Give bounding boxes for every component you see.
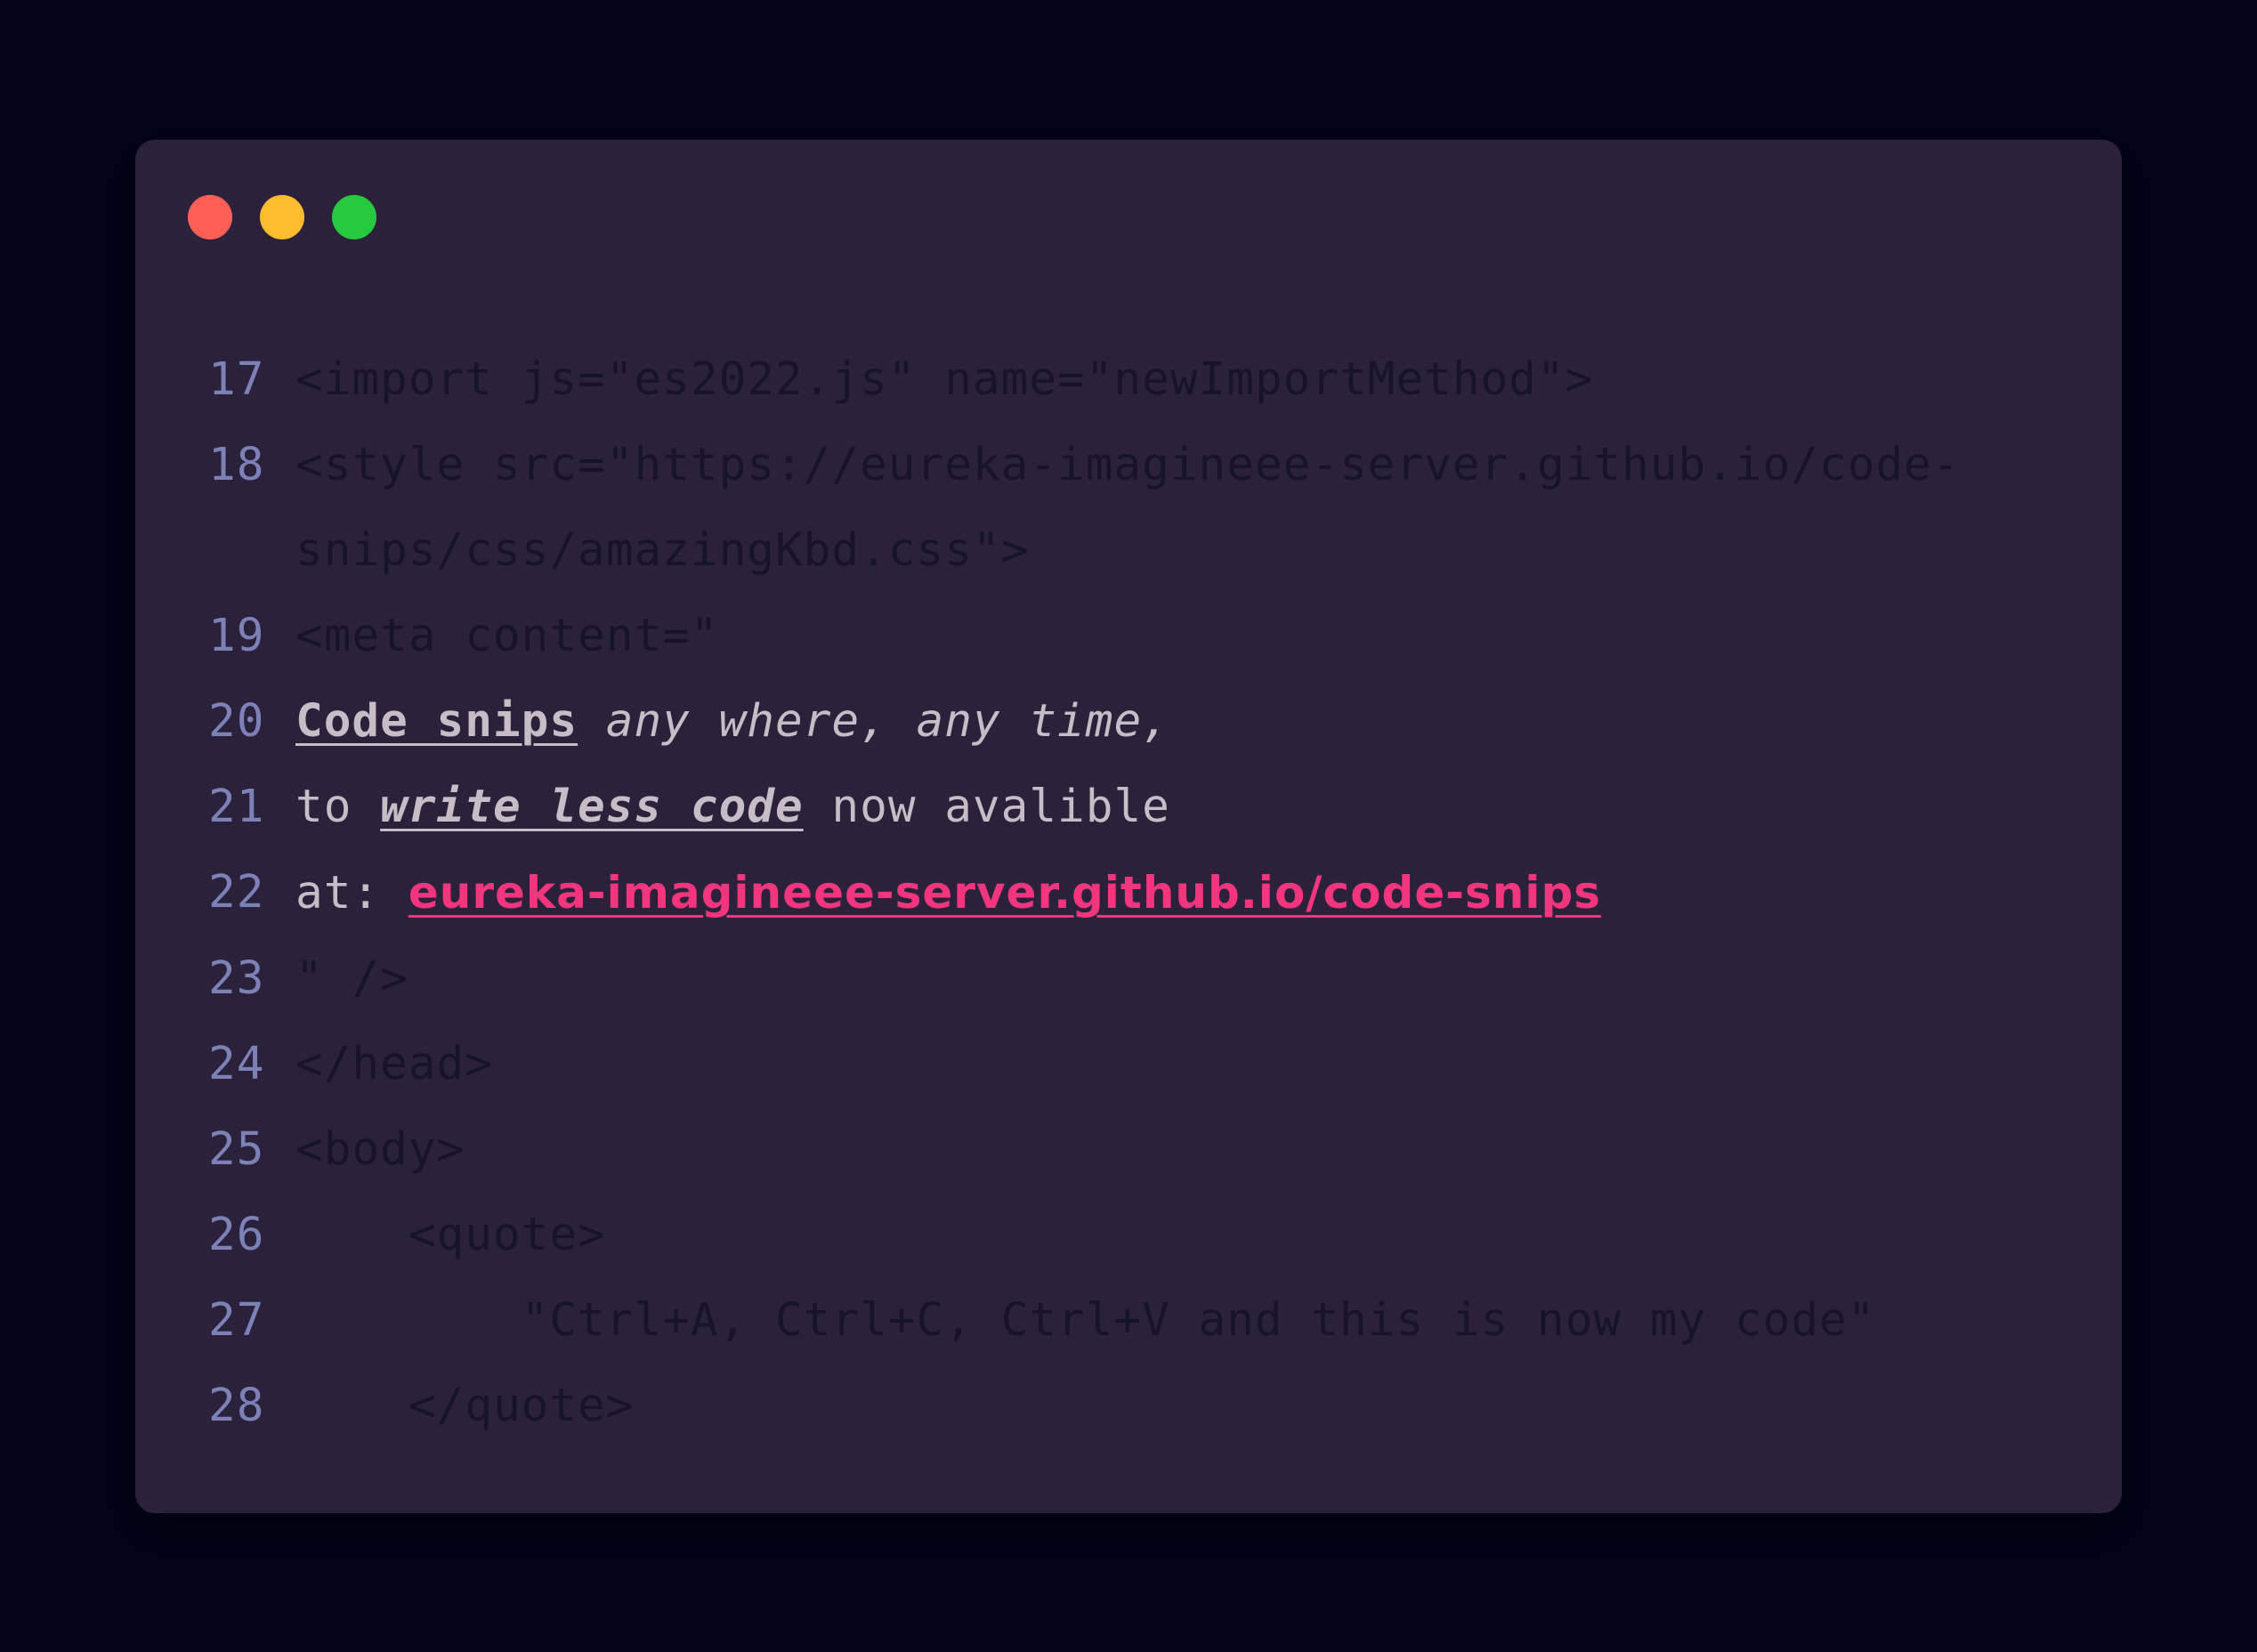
code-text: <style src="https://eureka-imagineee-ser… (295, 439, 1961, 577)
line-number: 19 (208, 610, 265, 662)
code-text: to write less code now avalible (295, 765, 2068, 850)
line-number: 23 (208, 952, 265, 1005)
line-number: 18 (208, 439, 265, 491)
minimize-window-button[interactable] (260, 195, 304, 239)
maximize-window-button[interactable] (332, 195, 376, 239)
code-text: <quote> (295, 1209, 606, 1261)
code-line: 28 </quote> (208, 1364, 2068, 1449)
code-line: 21 to write less code now avalible (208, 765, 2068, 850)
to-text: to (295, 781, 381, 833)
code-line: 20 Code snips any where, any time, (208, 679, 2068, 765)
at-label: at: (295, 867, 409, 919)
spacer-text (578, 695, 606, 748)
line-number: 21 (208, 781, 265, 833)
code-text: </head> (295, 1038, 493, 1090)
line-number: 17 (208, 353, 265, 406)
code-window: 17 <import js="es2022.js" name="newImpor… (135, 140, 2122, 1513)
close-window-button[interactable] (188, 195, 232, 239)
code-line: 19 <meta content=" (208, 594, 2068, 679)
tagline-text: any where, any time, (605, 695, 1170, 748)
code-block: 17 <import js="es2022.js" name="newImpor… (208, 337, 2068, 1449)
code-text: at: eureka-imagineee-server.github.io/co… (295, 850, 2068, 936)
line-number: 28 (208, 1380, 265, 1432)
code-line: 27 "Ctrl+A, Ctrl+C, Ctrl+V and this is n… (208, 1278, 2068, 1364)
code-text: "Ctrl+A, Ctrl+C, Ctrl+V and this is now … (295, 1294, 1876, 1347)
code-line: 24 </head> (208, 1022, 2068, 1107)
code-line: 23 " /> (208, 936, 2068, 1022)
line-number: 27 (208, 1294, 265, 1347)
code-text: " /> (295, 952, 409, 1005)
code-text: <body> (295, 1123, 465, 1176)
line-number: 20 (208, 695, 265, 748)
code-text: Code snips any where, any time, (295, 679, 2068, 765)
code-text: <meta content=" (295, 610, 719, 662)
line-number: 22 (208, 866, 265, 919)
code-snips-link[interactable]: eureka-imagineee-server.github.io/code-s… (409, 867, 1601, 919)
line-number: 26 (208, 1209, 265, 1261)
code-line: 17 <import js="es2022.js" name="newImpor… (208, 337, 2068, 423)
line-number: 24 (208, 1038, 265, 1090)
code-line: 25 <body> (208, 1107, 2068, 1193)
code-line: 22 at: eureka-imagineee-server.github.io… (208, 850, 2068, 936)
code-line: 18 <style src="https://eureka-imagineee-… (208, 423, 2068, 594)
window-controls (188, 195, 376, 239)
available-text: now avalible (803, 781, 1170, 833)
line-number: 25 (208, 1123, 265, 1176)
write-less-code-text: write less code (380, 781, 804, 833)
code-snips-text: Code snips (295, 695, 578, 748)
code-text: </quote> (295, 1380, 635, 1432)
code-text: <import js="es2022.js" name="newImportMe… (295, 353, 1594, 406)
code-line: 26 <quote> (208, 1193, 2068, 1278)
